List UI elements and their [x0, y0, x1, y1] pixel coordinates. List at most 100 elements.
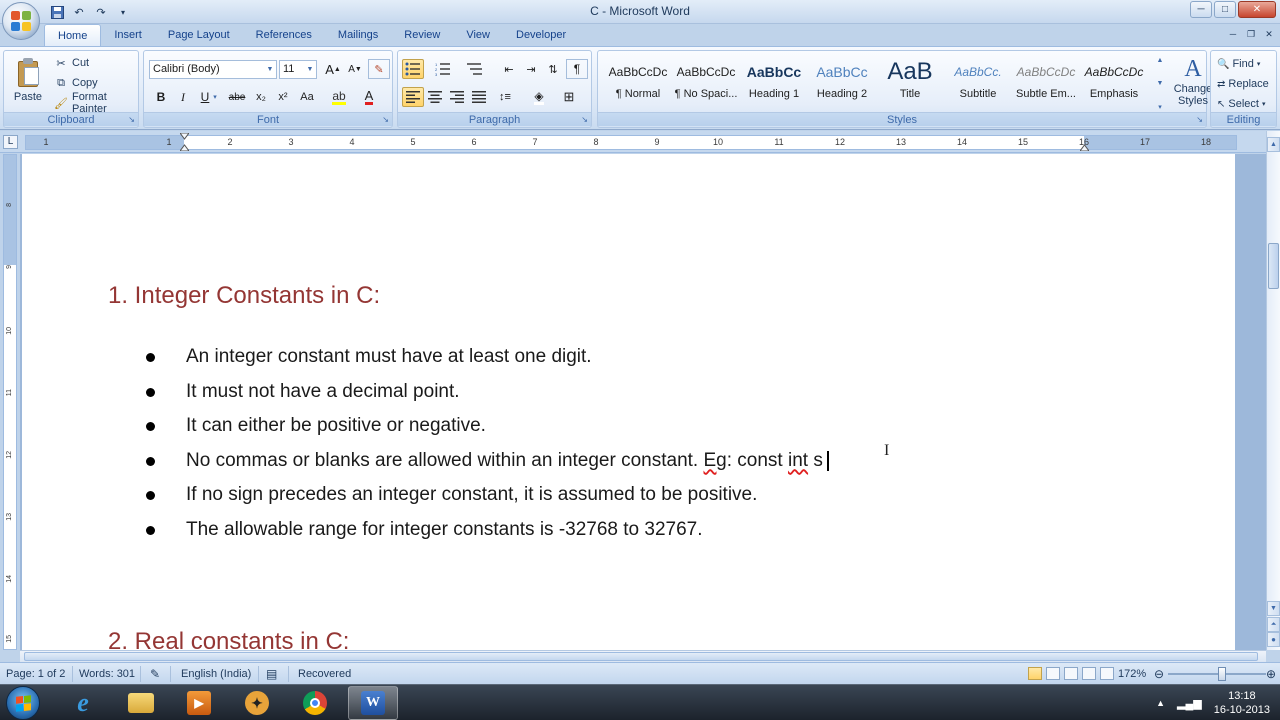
numbering-button[interactable]: 123: [432, 59, 454, 79]
tab-insert[interactable]: Insert: [101, 24, 155, 46]
style-subtitle[interactable]: AaBbCc. Subtitle: [944, 55, 1012, 109]
style-title[interactable]: AaB Title: [876, 55, 944, 109]
office-button[interactable]: [2, 2, 40, 40]
copy-button[interactable]: ⧉ Copy: [54, 74, 98, 92]
paragraph-launcher-icon[interactable]: ↘: [581, 115, 588, 124]
bullets-button[interactable]: [402, 59, 424, 79]
shrink-font-button[interactable]: A ▼: [344, 59, 366, 79]
macro-icon[interactable]: ▤: [266, 663, 277, 685]
style-heading-2[interactable]: AaBbCc Heading 2: [808, 55, 876, 109]
font-name-combo[interactable]: Calibri (Body) ▼: [149, 60, 277, 79]
tab-page-layout[interactable]: Page Layout: [155, 24, 243, 46]
language-indicator[interactable]: English (India): [181, 663, 251, 685]
subscript-button[interactable]: x₂: [250, 87, 272, 107]
doc-close-button[interactable]: ✕: [1262, 27, 1276, 41]
styles-launcher-icon[interactable]: ↘: [1196, 115, 1203, 124]
horizontal-scroll-thumb[interactable]: [24, 652, 1258, 661]
hanging-indent-marker[interactable]: [180, 143, 189, 151]
style-heading-1[interactable]: AaBbCc Heading 1: [740, 55, 808, 109]
taskbar-explorer[interactable]: [116, 686, 166, 720]
font-color-button[interactable]: A: [358, 87, 380, 107]
tab-selector[interactable]: L: [3, 135, 18, 149]
scroll-up-icon[interactable]: ▲: [1157, 57, 1164, 64]
align-right-button[interactable]: [446, 87, 468, 107]
clock[interactable]: 13:18 16-10-2013: [1214, 689, 1270, 717]
page-indicator[interactable]: Page: 1 of 2: [6, 663, 65, 685]
highlight-color-button[interactable]: ab: [328, 87, 350, 107]
print-layout-view-button[interactable]: [1028, 667, 1042, 680]
browse-object-button[interactable]: ●: [1267, 632, 1280, 647]
line-spacing-button[interactable]: ↕≡: [494, 87, 516, 107]
scroll-up-button[interactable]: ▲: [1267, 137, 1280, 152]
cut-button[interactable]: ✂ Cut: [54, 54, 89, 72]
increase-indent-button[interactable]: ⇥: [520, 59, 542, 79]
proofing-icon[interactable]: ✎: [150, 663, 160, 685]
word-count[interactable]: Words: 301: [79, 663, 135, 685]
style-emphasis[interactable]: AaBbCcDc Emphasis: [1080, 55, 1148, 109]
style-no-spacing[interactable]: AaBbCcDc ¶ No Spaci...: [672, 55, 740, 109]
zoom-slider-thumb[interactable]: [1218, 667, 1226, 681]
change-case-button[interactable]: Aa: [296, 87, 318, 107]
align-center-button[interactable]: [424, 87, 446, 107]
borders-button[interactable]: ⊞: [558, 87, 580, 107]
find-button[interactable]: 🔍 Find ▾: [1217, 55, 1260, 73]
decrease-indent-button[interactable]: ⇤: [498, 59, 520, 79]
tab-review[interactable]: Review: [391, 24, 453, 46]
style-normal[interactable]: AaBbCcDc ¶ Normal: [604, 55, 672, 109]
more-styles-icon[interactable]: ▾: [1158, 103, 1162, 111]
bold-button[interactable]: B: [150, 87, 172, 107]
draft-view-button[interactable]: [1100, 667, 1114, 680]
strikethrough-button[interactable]: abe: [226, 87, 248, 107]
sort-button[interactable]: ⇅: [542, 59, 564, 79]
first-line-indent-marker[interactable]: [180, 133, 189, 141]
grow-font-button[interactable]: A ▲: [322, 59, 344, 79]
zoom-in-icon[interactable]: ⊕: [1266, 663, 1276, 685]
minimize-button[interactable]: ─: [1190, 1, 1212, 18]
previous-page-button[interactable]: ⏶: [1267, 617, 1280, 632]
show-hidden-icons-icon[interactable]: ▲: [1156, 698, 1165, 708]
doc-minimize-button[interactable]: ─: [1226, 27, 1240, 41]
scroll-thumb[interactable]: [1268, 243, 1279, 289]
start-button[interactable]: [6, 686, 40, 720]
scroll-down-icon[interactable]: ▼: [1157, 80, 1164, 87]
tab-developer[interactable]: Developer: [503, 24, 579, 46]
taskbar-media-player[interactable]: ▶: [174, 686, 224, 720]
replace-button[interactable]: ⇄ Replace: [1217, 75, 1269, 93]
outline-view-button[interactable]: [1082, 667, 1096, 680]
right-indent-marker[interactable]: [1080, 143, 1089, 151]
align-left-button[interactable]: [402, 87, 424, 107]
zoom-slider[interactable]: [1168, 673, 1266, 675]
taskbar-chrome[interactable]: [290, 686, 340, 720]
full-screen-reading-button[interactable]: [1046, 667, 1060, 680]
italic-button[interactable]: I: [172, 87, 194, 107]
horizontal-ruler[interactable]: 1 1 2 3 4 5 6 7 8 9 10 11 12 13 14 15 16…: [25, 133, 1237, 151]
taskbar-word[interactable]: W: [348, 686, 398, 720]
taskbar-ie[interactable]: e: [58, 686, 108, 720]
tab-home[interactable]: Home: [44, 24, 102, 46]
multilevel-list-button[interactable]: [464, 59, 486, 79]
document-page[interactable]: 1. Integer Constants in C: An integer co…: [22, 154, 1235, 650]
shading-button[interactable]: ◈: [528, 87, 550, 107]
tab-references[interactable]: References: [243, 24, 325, 46]
paste-button[interactable]: Paste: [8, 55, 48, 111]
chevron-down-icon[interactable]: ▾: [210, 87, 220, 107]
web-layout-button[interactable]: [1064, 667, 1078, 680]
clear-formatting-button[interactable]: ✎: [368, 59, 390, 79]
scroll-down-button[interactable]: ▼: [1267, 601, 1280, 616]
format-painter-button[interactable]: 🖌 Format Painter: [54, 91, 138, 115]
font-size-combo[interactable]: 11 ▼: [279, 60, 317, 79]
superscript-button[interactable]: x²: [272, 87, 294, 107]
vertical-ruler[interactable]: 8 9 10 11 12 13 14 15: [3, 154, 17, 650]
zoom-out-icon[interactable]: ⊖: [1154, 663, 1164, 685]
zoom-level[interactable]: 172%: [1118, 663, 1146, 685]
tab-view[interactable]: View: [453, 24, 503, 46]
close-button[interactable]: ✕: [1238, 1, 1276, 18]
justify-button[interactable]: [468, 87, 490, 107]
taskbar-app[interactable]: ✦: [232, 686, 282, 720]
doc-restore-button[interactable]: ❐: [1244, 27, 1258, 41]
select-button[interactable]: ↖ Select ▾: [1217, 95, 1265, 113]
maximize-button[interactable]: □: [1214, 1, 1236, 18]
network-icon[interactable]: ▂▄▆: [1177, 697, 1202, 710]
font-launcher-icon[interactable]: ↘: [382, 115, 389, 124]
vertical-scrollbar[interactable]: ▲ ▼ ⏶ ●: [1266, 131, 1280, 650]
